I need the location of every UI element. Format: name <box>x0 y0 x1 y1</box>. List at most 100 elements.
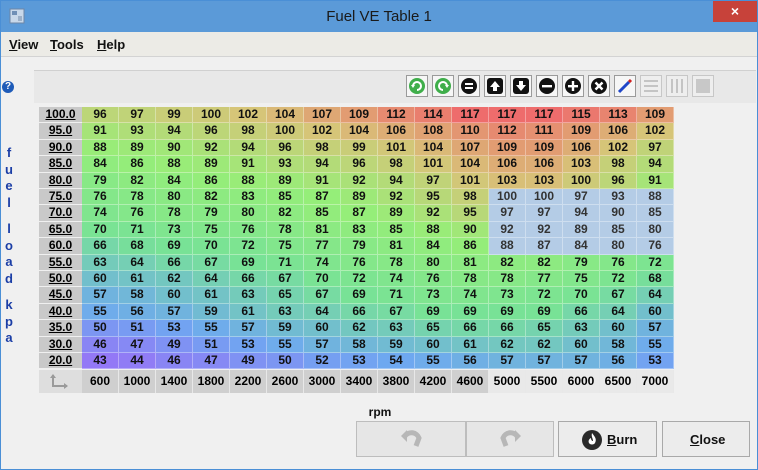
menu-help[interactable]: Help <box>97 37 125 52</box>
table-cell[interactable]: 81 <box>304 221 341 239</box>
table-cell[interactable]: 72 <box>230 238 267 255</box>
table-cell[interactable]: 92 <box>378 189 415 206</box>
table-cell[interactable]: 70 <box>82 221 119 239</box>
table-cell[interactable]: 76 <box>600 254 637 271</box>
table-cell[interactable]: 91 <box>82 123 119 140</box>
table-cell[interactable]: 80 <box>600 238 637 255</box>
table-cell[interactable]: 92 <box>193 139 230 157</box>
table-cell[interactable]: 65 <box>415 320 452 337</box>
table-cell[interactable]: 60 <box>415 336 452 353</box>
table-cell[interactable]: 78 <box>452 271 489 288</box>
x-tick-label[interactable]: 6000 <box>563 370 600 394</box>
table-cell[interactable]: 71 <box>378 287 415 304</box>
table-cell[interactable]: 76 <box>230 221 267 239</box>
table-cell[interactable]: 57 <box>230 320 267 337</box>
table-cell[interactable]: 97 <box>415 172 452 189</box>
table-cell[interactable]: 97 <box>563 189 600 206</box>
table-cell[interactable]: 60 <box>637 303 674 321</box>
table-cell[interactable]: 62 <box>526 336 563 353</box>
table-cell[interactable]: 76 <box>637 238 674 255</box>
table-cell[interactable]: 43 <box>82 353 119 370</box>
table-cell[interactable]: 78 <box>119 189 156 206</box>
x-tick-label[interactable]: 5000 <box>489 370 526 394</box>
table-cell[interactable]: 64 <box>119 254 156 271</box>
table-cell[interactable]: 102 <box>304 123 341 140</box>
table-cell[interactable]: 76 <box>341 254 378 271</box>
help-icon[interactable]: ? <box>2 81 14 93</box>
plus-icon[interactable] <box>562 75 584 97</box>
table-cell[interactable]: 50 <box>82 320 119 337</box>
table-cell[interactable]: 74 <box>452 287 489 304</box>
table-cell[interactable]: 109 <box>637 107 674 124</box>
table-cell[interactable]: 63 <box>378 320 415 337</box>
table-cell[interactable]: 85 <box>378 221 415 239</box>
table-cell[interactable]: 106 <box>378 123 415 140</box>
table-cell[interactable]: 72 <box>600 271 637 288</box>
table-cell[interactable]: 112 <box>489 123 526 140</box>
table-cell[interactable]: 80 <box>637 221 674 239</box>
table-cell[interactable]: 57 <box>526 353 563 370</box>
close-window-button[interactable]: × <box>713 1 757 22</box>
table-cell[interactable]: 95 <box>452 205 489 222</box>
table-cell[interactable]: 67 <box>193 254 230 271</box>
table-cell[interactable]: 66 <box>341 303 378 321</box>
table-cell[interactable]: 75 <box>267 238 304 255</box>
table-cell[interactable]: 80 <box>415 254 452 271</box>
table-cell[interactable]: 46 <box>82 336 119 353</box>
table-cell[interactable]: 99 <box>341 139 378 157</box>
solid-block-icon[interactable] <box>692 75 714 97</box>
table-cell[interactable]: 109 <box>489 139 526 157</box>
table-cell[interactable]: 88 <box>637 189 674 206</box>
table-cell[interactable]: 69 <box>230 254 267 271</box>
table-cell[interactable]: 72 <box>637 254 674 271</box>
table-cell[interactable]: 83 <box>230 189 267 206</box>
table-cell[interactable]: 115 <box>563 107 600 124</box>
table-cell[interactable]: 106 <box>600 123 637 140</box>
table-cell[interactable]: 52 <box>304 353 341 370</box>
table-cell[interactable]: 57 <box>82 287 119 304</box>
table-cell[interactable]: 62 <box>156 271 193 288</box>
table-cell[interactable]: 98 <box>230 123 267 140</box>
table-cell[interactable]: 104 <box>341 123 378 140</box>
x-tick-label[interactable]: 600 <box>82 370 119 394</box>
table-cell[interactable]: 49 <box>230 353 267 370</box>
table-cell[interactable]: 81 <box>452 254 489 271</box>
table-cell[interactable]: 98 <box>600 156 637 173</box>
table-cell[interactable]: 107 <box>452 139 489 157</box>
x-tick-label[interactable]: 1000 <box>119 370 156 394</box>
table-cell[interactable]: 111 <box>526 123 563 140</box>
table-cell[interactable]: 57 <box>156 303 193 321</box>
pencil-icon[interactable] <box>614 75 636 97</box>
x-tick-label[interactable]: 7000 <box>637 370 674 394</box>
table-cell[interactable]: 77 <box>526 271 563 288</box>
table-cell[interactable]: 55 <box>267 336 304 353</box>
table-cell[interactable]: 60 <box>82 271 119 288</box>
table-cell[interactable]: 61 <box>193 287 230 304</box>
table-cell[interactable]: 87 <box>526 238 563 255</box>
table-cell[interactable]: 84 <box>156 172 193 189</box>
table-cell[interactable]: 61 <box>119 271 156 288</box>
table-cell[interactable]: 107 <box>304 107 341 124</box>
y-tick-label[interactable]: 100.0 <box>39 107 82 124</box>
table-cell[interactable]: 79 <box>193 205 230 222</box>
table-cell[interactable]: 87 <box>304 189 341 206</box>
table-cell[interactable]: 94 <box>304 156 341 173</box>
table-cell[interactable]: 104 <box>415 139 452 157</box>
title-bar[interactable]: Fuel VE Table 1 × <box>1 1 757 32</box>
table-cell[interactable]: 96 <box>600 172 637 189</box>
table-cell[interactable]: 56 <box>600 353 637 370</box>
table-cell[interactable]: 84 <box>563 238 600 255</box>
table-cell[interactable]: 114 <box>415 107 452 124</box>
table-cell[interactable]: 53 <box>156 320 193 337</box>
table-cell[interactable]: 86 <box>452 238 489 255</box>
table-cell[interactable]: 46 <box>156 353 193 370</box>
table-cell[interactable]: 103 <box>563 156 600 173</box>
table-cell[interactable]: 80 <box>230 205 267 222</box>
menu-tools[interactable]: Tools <box>50 37 84 52</box>
table-cell[interactable]: 60 <box>563 336 600 353</box>
table-cell[interactable]: 88 <box>156 156 193 173</box>
table-cell[interactable]: 86 <box>119 156 156 173</box>
x-tick-label[interactable]: 1800 <box>193 370 230 394</box>
table-cell[interactable]: 61 <box>230 303 267 321</box>
y-tick-label[interactable]: 40.0 <box>39 303 82 321</box>
